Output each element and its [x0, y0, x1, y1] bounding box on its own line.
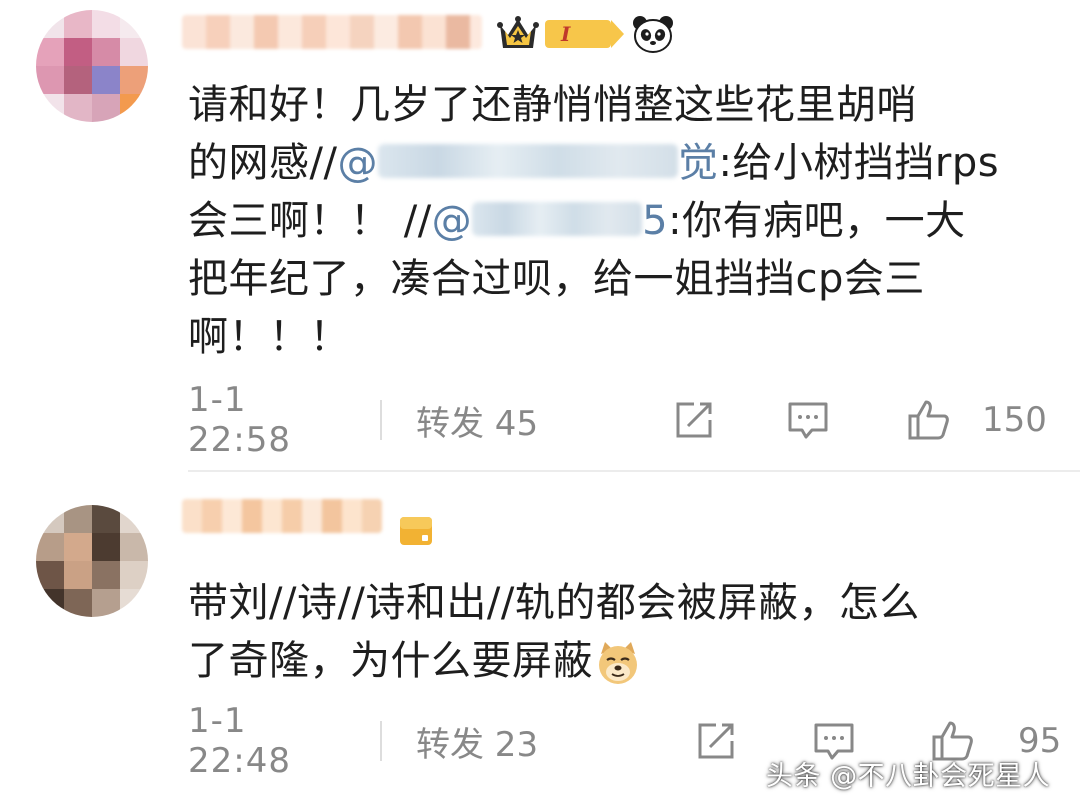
- share-icon[interactable]: [672, 398, 716, 442]
- crown-icon: [497, 16, 539, 48]
- blurred-username: [377, 144, 678, 178]
- blurred-username: [472, 202, 643, 236]
- thumbs-up-icon[interactable]: [906, 398, 950, 442]
- doge-emoji-icon: [599, 642, 637, 684]
- username-blurred[interactable]: [182, 15, 482, 49]
- member-card-icon: [400, 517, 432, 545]
- level-label: I: [561, 22, 571, 46]
- panda-icon: [633, 16, 673, 53]
- comment-line: 的网感//@ 觉:给小树挡挡rps: [188, 140, 1000, 186]
- comment-text: 请和好！几岁了还静悄悄整这些花里胡哨 的网感//@ 觉:给小树挡挡rps 会三啊！…: [188, 76, 1038, 366]
- user-mention[interactable]: @5: [432, 198, 668, 244]
- username-blurred[interactable]: [182, 499, 382, 533]
- user-mention[interactable]: @ 觉: [337, 140, 718, 186]
- timestamp: 1-1 22:48: [188, 701, 291, 781]
- comment-line: 请和好！几岁了还静悄悄整这些花里胡哨: [188, 82, 917, 128]
- comment-line: 带刘//诗//诗和出//轨的都会被屏蔽，怎么: [188, 580, 920, 626]
- repost-count[interactable]: 转发 45: [416, 396, 672, 445]
- comment-footer: 1-1 22:58 转发 45 150: [188, 380, 1080, 460]
- reply-icon[interactable]: [786, 398, 830, 442]
- watermark: 头条 @不八卦会死星人: [766, 761, 1051, 792]
- divider: [380, 400, 382, 440]
- user-badges: I: [497, 14, 675, 54]
- share-icon[interactable]: [694, 719, 738, 763]
- level-badge: I: [545, 20, 624, 48]
- avatar[interactable]: [36, 10, 148, 122]
- divider: [380, 721, 382, 761]
- like-count: 150: [982, 400, 1047, 440]
- avatar[interactable]: [36, 505, 148, 617]
- comment-text: 带刘//诗//诗和出//轨的都会被屏蔽，怎么 了奇隆，为什么要屏蔽: [188, 574, 1038, 690]
- comment-line: 了奇隆，为什么要屏蔽: [188, 632, 1038, 690]
- comment-line: 会三啊！！ //@ 5:你有病吧，一大: [188, 198, 966, 244]
- comment-line: 把年纪了，凑合过呗，给一姐挡挡cp会三: [188, 256, 925, 302]
- comment-item: I 请和好！几岁了还静悄悄整这些花里胡哨 的网感//@ 觉:给小树挡挡rps 会三…: [0, 0, 1080, 472]
- timestamp: 1-1 22:58: [188, 380, 291, 460]
- repost-count[interactable]: 转发 23: [416, 717, 672, 766]
- comment-line: 啊！！！: [188, 314, 350, 360]
